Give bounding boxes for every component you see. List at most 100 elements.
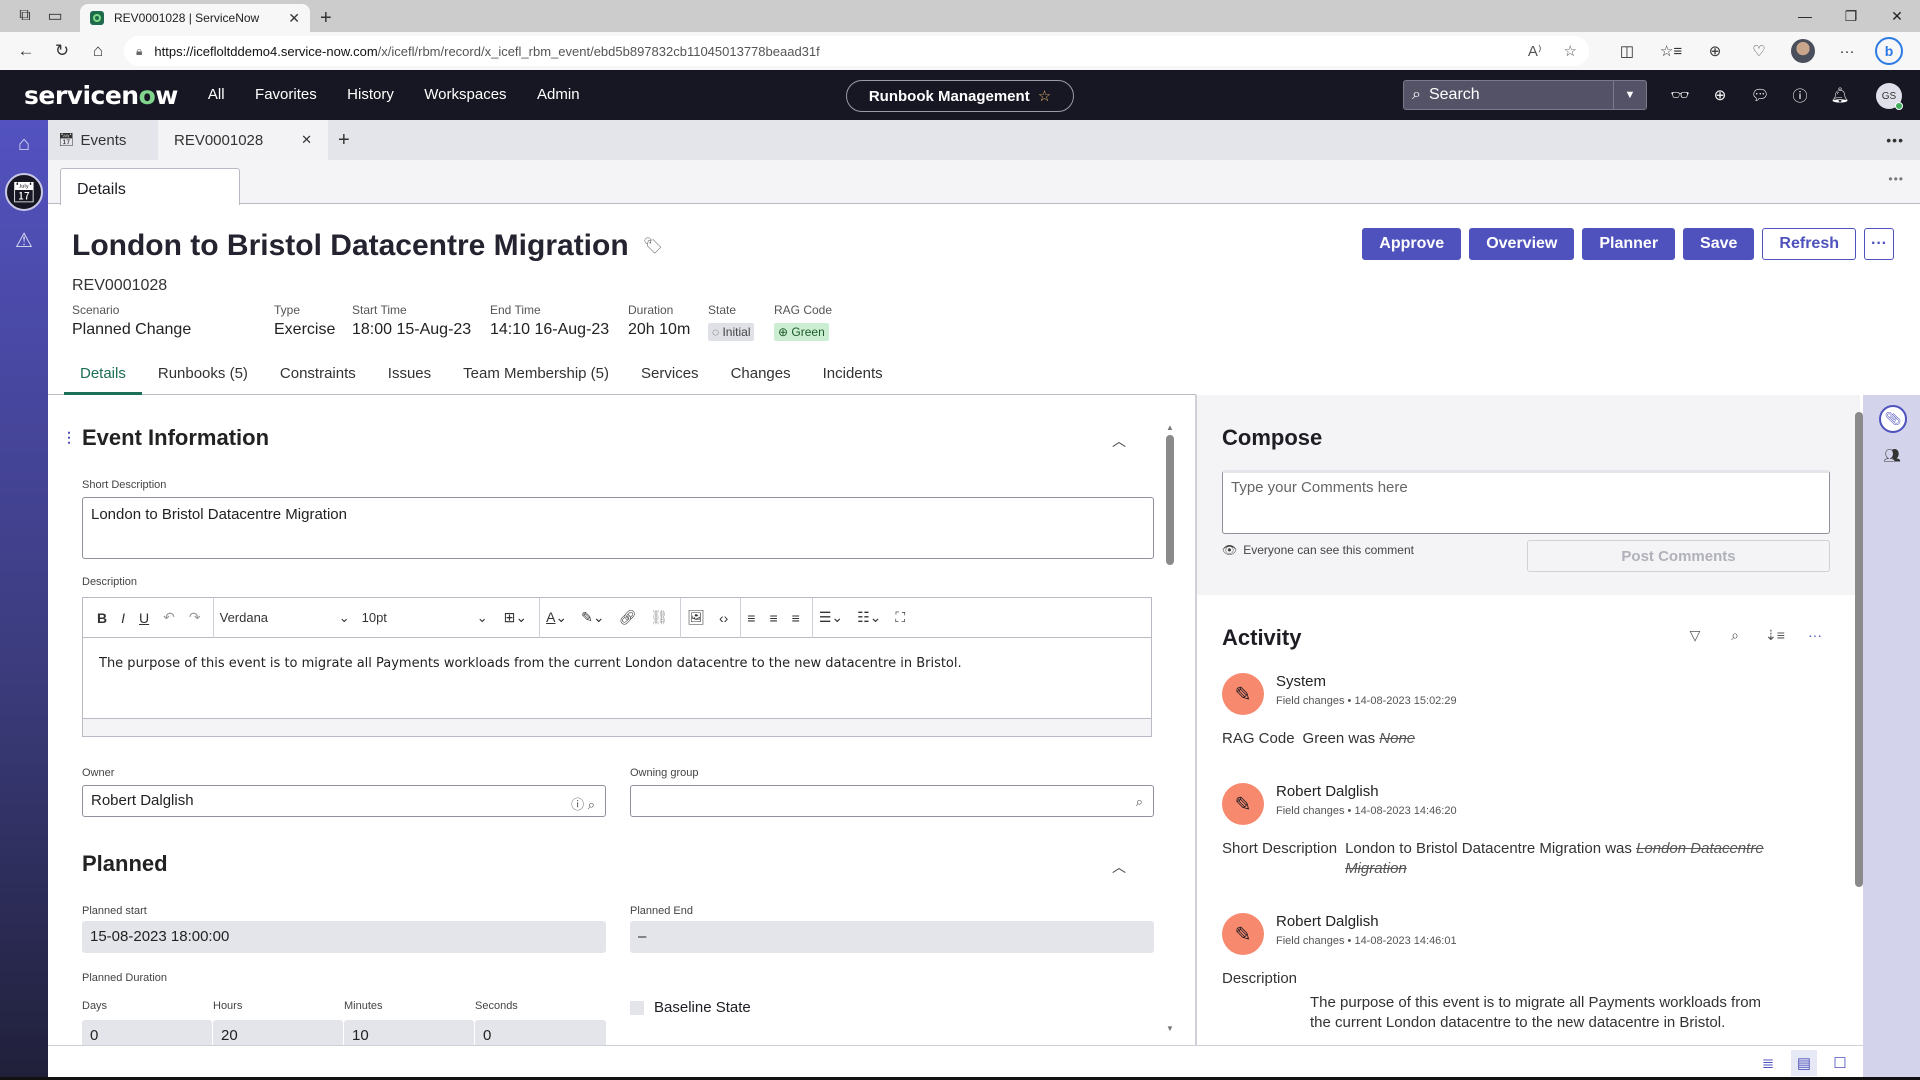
split-screen-icon[interactable]: ◫: [1605, 42, 1649, 60]
link-icon[interactable]: 🔗︎: [619, 609, 637, 626]
menu-history[interactable]: History: [347, 86, 394, 103]
owning-group-field[interactable]: ⌕: [630, 785, 1154, 817]
minimize-button[interactable]: —: [1782, 0, 1828, 32]
form-scrollbar[interactable]: ▲ ▼: [1166, 423, 1174, 1033]
description-content[interactable]: The purpose of this event is to migrate …: [83, 638, 1151, 718]
home-icon[interactable]: ⌂: [80, 36, 116, 66]
tab-services[interactable]: Services: [625, 355, 715, 395]
hours-field[interactable]: 20: [213, 1020, 343, 1045]
more-icon[interactable]: ···: [1802, 627, 1828, 644]
chat-icon[interactable]: 💬︎: [1740, 86, 1780, 104]
tag-icon[interactable]: 🏷︎: [643, 236, 663, 256]
redo-icon[interactable]: ↷: [189, 609, 201, 626]
warning-icon[interactable]: ⚠: [0, 216, 48, 264]
numbered-list-icon[interactable]: ☷⌄: [857, 609, 881, 626]
notifications-bell-icon[interactable]: 🔔︎: [1820, 86, 1860, 104]
user-avatar[interactable]: GS: [1876, 83, 1903, 110]
days-field[interactable]: 0: [82, 1020, 212, 1045]
refresh-button[interactable]: Refresh: [1762, 228, 1856, 260]
drag-handle-icon[interactable]: ⋮: [62, 429, 76, 446]
align-left-icon[interactable]: ≡: [747, 610, 755, 626]
planned-start-field[interactable]: 15-08-2023 18:00:00: [82, 921, 606, 953]
app-context-pill[interactable]: Runbook Management ☆: [846, 80, 1074, 112]
approve-button[interactable]: Approve: [1362, 228, 1462, 260]
text-color-icon[interactable]: A⌄: [546, 609, 567, 626]
split-view-icon[interactable]: ▤: [1791, 1050, 1817, 1076]
rte-resize-bar[interactable]: [83, 718, 1151, 736]
menu-favorites[interactable]: Favorites: [255, 86, 317, 103]
font-family-select[interactable]: Verdana ⌄: [220, 610, 350, 626]
tab-incidents[interactable]: Incidents: [807, 355, 899, 395]
browser-tab[interactable]: REV0001028 | ServiceNow ✕: [80, 4, 310, 32]
search-icon[interactable]: ⌕: [1136, 794, 1143, 810]
comment-textarea[interactable]: Type your Comments here: [1222, 470, 1830, 534]
collections-icon[interactable]: ⊕: [1693, 42, 1737, 60]
favorite-star-icon[interactable]: ☆: [1564, 42, 1577, 60]
globe-icon[interactable]: ⊕: [1700, 86, 1740, 104]
url-field[interactable]: 🔒︎ https://icefloltddemo4.service-now.co…: [124, 36, 1589, 66]
more-icon[interactable]: •••: [1886, 132, 1904, 148]
activity-scrollbar[interactable]: [1855, 400, 1863, 1040]
tab-issues[interactable]: Issues: [372, 355, 447, 395]
menu-admin[interactable]: Admin: [537, 86, 580, 103]
profile-avatar[interactable]: [1791, 39, 1815, 63]
unlink-icon[interactable]: ⛓: [650, 609, 668, 626]
undo-icon[interactable]: ↶: [163, 609, 175, 626]
events-calendar-icon[interactable]: 📅︎: [0, 168, 48, 216]
attachment-icon[interactable]: 📎︎: [1879, 405, 1907, 433]
tab-constraints[interactable]: Constraints: [264, 355, 372, 395]
tab-events[interactable]: 📅︎ Events: [48, 120, 158, 160]
image-icon[interactable]: 🖼︎: [687, 609, 705, 626]
new-tab-button[interactable]: +: [320, 4, 332, 32]
code-icon[interactable]: ‹›: [719, 610, 728, 626]
search-scope-dropdown[interactable]: ▼: [1613, 81, 1646, 109]
owner-field[interactable]: Robert Dalglish ⓘ ⌕: [82, 785, 606, 817]
single-view-icon[interactable]: ☐: [1827, 1050, 1853, 1076]
bold-icon[interactable]: B: [97, 610, 107, 626]
favorite-star-icon[interactable]: ☆: [1038, 87, 1051, 105]
highlight-color-icon[interactable]: ✎⌄: [581, 609, 604, 626]
font-size-select[interactable]: 10pt ⌄: [362, 610, 488, 626]
more-icon[interactable]: •••: [1888, 172, 1904, 186]
back-icon[interactable]: ←: [8, 36, 44, 66]
copilot-icon[interactable]: b: [1875, 37, 1903, 65]
browser-essentials-icon[interactable]: ♡: [1737, 42, 1781, 60]
favorites-icon[interactable]: ☆≡: [1649, 42, 1693, 60]
search-input[interactable]: Search: [1429, 86, 1480, 104]
seconds-field[interactable]: 0: [475, 1020, 606, 1045]
close-window-button[interactable]: ✕: [1874, 0, 1920, 32]
planned-end-field[interactable]: –: [630, 921, 1154, 953]
collapse-chevron-icon[interactable]: ︿: [1112, 431, 1126, 451]
lock-icon[interactable]: 🔒︎: [136, 44, 142, 59]
team-icon[interactable]: 👥︎: [1883, 447, 1901, 464]
tab-runbooks[interactable]: Runbooks (5): [142, 355, 264, 395]
close-tab-icon[interactable]: ✕: [301, 132, 312, 148]
underline-icon[interactable]: U: [139, 610, 149, 626]
tab-changes[interactable]: Changes: [715, 355, 807, 395]
menu-all[interactable]: All: [208, 86, 225, 103]
impersonate-icon[interactable]: 👓︎: [1660, 86, 1700, 104]
info-and-search-icons[interactable]: ⓘ ⌕: [571, 794, 595, 813]
home-icon[interactable]: ⌂: [0, 120, 48, 168]
fullscreen-icon[interactable]: ⛶: [895, 609, 905, 626]
collapse-chevron-icon[interactable]: ︿: [1112, 857, 1126, 877]
filter-icon[interactable]: ▽: [1682, 627, 1708, 644]
sort-icon[interactable]: ⇣≡: [1762, 627, 1788, 644]
search-icon[interactable]: ⌕: [1722, 627, 1748, 644]
italic-icon[interactable]: I: [121, 610, 125, 626]
bullet-list-icon[interactable]: ☰⌄: [819, 609, 843, 626]
restore-button[interactable]: ❐: [1828, 0, 1874, 32]
tab-team-membership[interactable]: Team Membership (5): [447, 355, 625, 395]
save-button[interactable]: Save: [1683, 228, 1755, 260]
menu-workspaces[interactable]: Workspaces: [424, 86, 506, 103]
servicenow-logo[interactable]: servicenow: [24, 81, 178, 110]
tab-details[interactable]: Details: [64, 355, 142, 395]
help-icon[interactable]: ⓘ: [1780, 85, 1820, 106]
align-center-icon[interactable]: ≡: [769, 610, 777, 626]
add-tab-button[interactable]: +: [328, 120, 360, 160]
planner-button[interactable]: Planner: [1582, 228, 1676, 260]
global-search[interactable]: ⌕ Search ▼: [1403, 80, 1647, 110]
short-description-field[interactable]: London to Bristol Datacentre Migration: [82, 497, 1154, 559]
more-actions-button[interactable]: ···: [1864, 228, 1894, 260]
settings-more-icon[interactable]: ···: [1825, 43, 1869, 60]
